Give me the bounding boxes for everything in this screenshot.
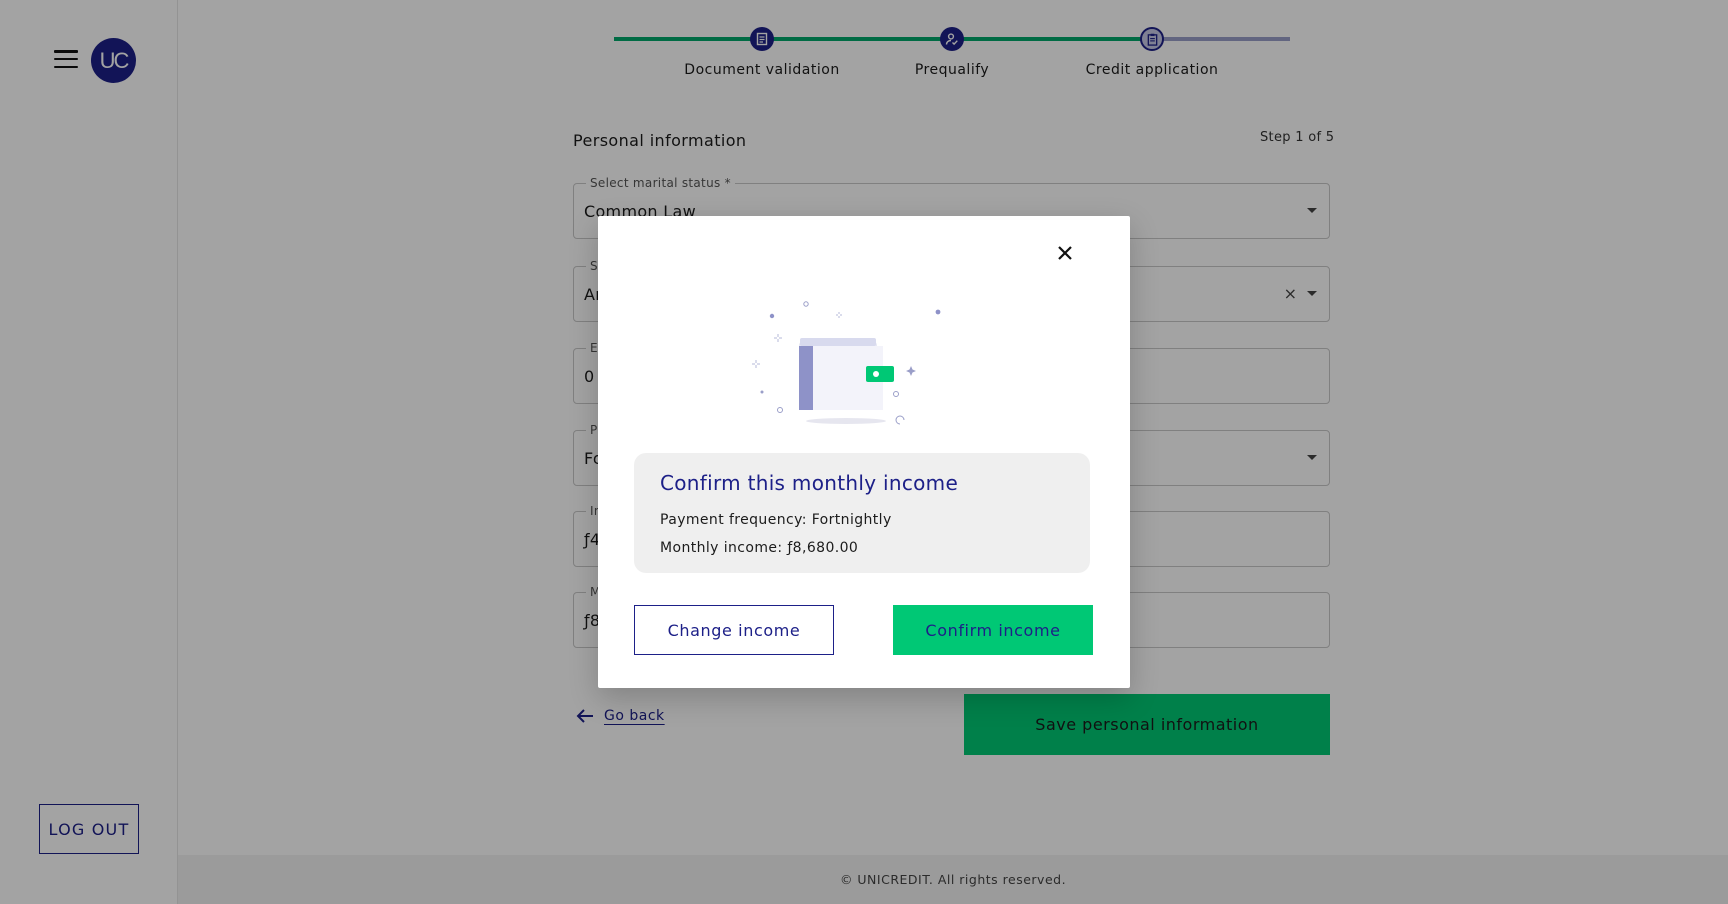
dialog-title: Confirm this monthly income [660,471,959,495]
change-income-button[interactable]: Change income [634,605,834,655]
wallet-illustration [752,301,941,425]
close-icon[interactable] [1050,238,1080,268]
income-summary-box: Confirm this monthly income Payment freq… [634,453,1090,573]
confirm-income-button[interactable]: Confirm income [893,605,1093,655]
payment-frequency-text: Payment frequency: Fortnightly [660,512,892,528]
confirm-income-dialog: Confirm this monthly income Payment freq… [598,216,1130,688]
monthly-income-text: Monthly income: ƒ8,680.00 [660,540,859,556]
